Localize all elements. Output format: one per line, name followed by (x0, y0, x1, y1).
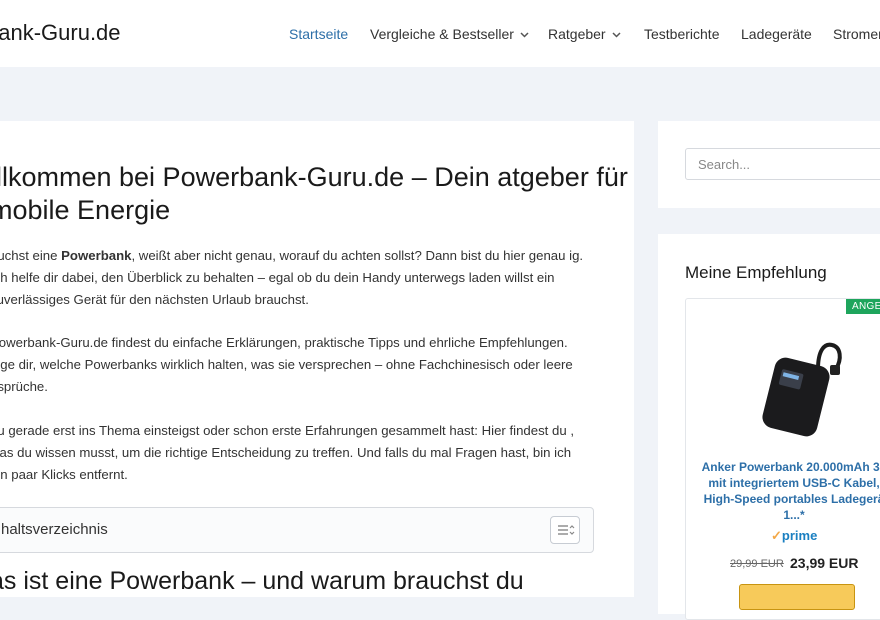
prime-label: prime (781, 528, 818, 543)
intro-paragraph: auchst eine Powerbank, weißt aber nicht … (0, 245, 590, 311)
text-span: auchst eine (0, 248, 58, 263)
table-of-contents[interactable]: haltsverzeichnis (0, 507, 594, 553)
product-name-link[interactable]: Anker Powerbank 20.000mAh 30 mit integri… (694, 459, 880, 523)
recommendation-title: Meine Empfehlung (685, 263, 827, 282)
prime-badge: ✓prime (771, 528, 817, 544)
buy-button[interactable] (739, 584, 855, 610)
nav-label: Testberichte (644, 26, 720, 42)
site-logo[interactable]: bank-Guru.de (0, 20, 121, 46)
nav-label: Startseite (289, 26, 349, 42)
toc-toggle-button[interactable] (550, 516, 580, 544)
nav-item-startseite[interactable]: Startseite (289, 26, 348, 42)
article-card: illkommen bei Powerbank-Guru.de – Dein a… (0, 121, 634, 597)
nav-label: Stromer (833, 26, 880, 42)
search-input[interactable] (685, 148, 880, 180)
old-price: 29,99 EUR (730, 558, 784, 570)
section-heading: as ist eine Powerbank – und warum brauch… (0, 567, 524, 595)
nav-label: Ladegeräte (741, 26, 812, 42)
site-header: bank-Guru.de Startseite Vergleiche & Bes… (0, 0, 880, 67)
nav-item-stromer[interactable]: Stromer (833, 26, 880, 42)
product-box: ANGE Anker Powerbank 20.000mAh 30 mit in… (685, 298, 880, 620)
nav-item-vergleiche[interactable]: Vergleiche & Bestseller (370, 26, 529, 42)
paragraph-2: Powerbank-Guru.de findest du einfache Er… (0, 335, 573, 394)
powerbank-product-image[interactable] (746, 321, 846, 441)
nav-item-testberichte[interactable]: Testberichte (644, 26, 719, 42)
current-price: 23,99 EUR (790, 555, 859, 571)
nav-item-ladegeraete[interactable]: Ladegeräte (741, 26, 812, 42)
article-title: illkommen bei Powerbank-Guru.de – Dein a… (0, 162, 628, 225)
list-toggle-icon (558, 525, 575, 535)
powerbank-bold: Powerbank (61, 248, 132, 263)
nav-label: Vergleiche & Bestseller (370, 26, 514, 42)
nav-item-ratgeber[interactable]: Ratgeber (548, 26, 621, 42)
search-widget (658, 121, 880, 208)
nav-label: Ratgeber (548, 26, 606, 42)
toc-label: haltsverzeichnis (1, 521, 108, 538)
chevron-down-icon (520, 32, 529, 38)
chevron-down-icon (612, 32, 621, 38)
prime-check-icon: ✓ (771, 528, 782, 543)
offer-badge: ANGE (846, 299, 880, 314)
recommendation-widget: Meine Empfehlung ANGE Anker Powerbank 20… (658, 234, 880, 620)
paragraph-3: du gerade erst ins Thema einsteigst oder… (0, 423, 574, 482)
